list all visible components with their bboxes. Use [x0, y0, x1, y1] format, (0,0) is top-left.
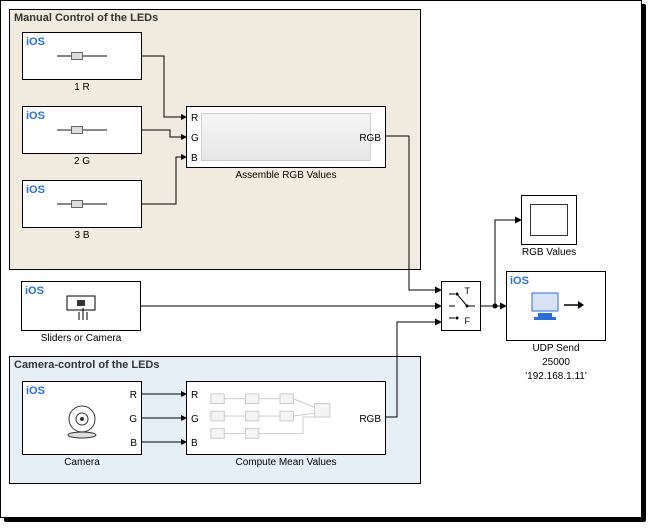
block-slider-2g[interactable]: iOS	[22, 106, 142, 154]
compute-port-rgb: RGB	[359, 414, 381, 425]
camera-icon	[62, 403, 102, 439]
ios-tag: iOS	[26, 110, 45, 122]
ios-tag: iOS	[26, 36, 45, 48]
slider-icon	[57, 52, 107, 60]
group-camera-label: Camera-control of the LEDs	[14, 359, 159, 371]
simulink-canvas: Manual Control of the LEDs iOS 1 R iOS 2…	[0, 0, 653, 529]
ios-tag: iOS	[26, 385, 45, 397]
block-udp-send[interactable]: iOS	[506, 271, 606, 341]
compute-port-r: R	[191, 390, 198, 401]
group-manual-control: Manual Control of the LEDs iOS 1 R iOS 2…	[9, 9, 421, 270]
camera-port-b: B	[130, 438, 137, 449]
switch-icon	[447, 286, 475, 326]
block-slider-3b[interactable]: iOS	[22, 180, 142, 228]
slider-2g-label: 2 G	[22, 156, 142, 167]
ios-tag: iOS	[510, 275, 529, 287]
subsystem-preview	[207, 390, 351, 446]
block-sliders-or-camera[interactable]: iOS	[21, 281, 141, 331]
compute-port-g: G	[191, 414, 199, 425]
group-camera-control: Camera-control of the LEDs iOS R G B Cam…	[9, 356, 421, 484]
rgb-values-label: RGB Values	[501, 247, 597, 258]
udp-send-label: UDP Send	[506, 343, 606, 354]
block-slider-1r[interactable]: iOS	[22, 32, 142, 80]
assemble-port-r: R	[191, 113, 198, 124]
model-frame: Manual Control of the LEDs iOS 1 R iOS 2…	[0, 0, 642, 518]
assemble-port-b: B	[191, 153, 198, 164]
scope-screen	[530, 204, 568, 236]
slider-1r-label: 1 R	[22, 82, 142, 93]
sliders-or-camera-label: Sliders or Camera	[21, 333, 141, 344]
compute-port-b: B	[191, 438, 198, 449]
block-camera[interactable]: iOS R G B	[22, 381, 142, 455]
camera-port-r: R	[130, 390, 137, 401]
camera-label: Camera	[22, 457, 142, 468]
block-compute-mean[interactable]: R G B RGB	[186, 381, 386, 455]
block-rgb-values[interactable]	[521, 195, 577, 245]
assemble-label: Assemble RGB Values	[186, 170, 386, 181]
assemble-port-rgb: RGB	[359, 133, 381, 144]
block-assemble-rgb[interactable]: R G B RGB	[186, 106, 386, 168]
ios-tag: iOS	[26, 184, 45, 196]
assemble-port-g: G	[191, 133, 199, 144]
udp-send-host: '192.168.1.11'	[506, 371, 606, 382]
camera-port-g: G	[129, 414, 137, 425]
slider-3b-label: 3 B	[22, 230, 142, 241]
udp-send-port: 25000	[506, 357, 606, 368]
ios-tag: iOS	[25, 285, 44, 297]
group-manual-label: Manual Control of the LEDs	[14, 12, 158, 24]
touch-icon	[63, 294, 99, 322]
slider-icon	[57, 126, 107, 134]
udp-send-icon	[526, 289, 586, 329]
compute-mean-label: Compute Mean Values	[186, 457, 386, 468]
subsystem-gradient	[201, 113, 371, 161]
block-switch[interactable]: T F	[441, 281, 481, 331]
slider-icon	[57, 200, 107, 208]
